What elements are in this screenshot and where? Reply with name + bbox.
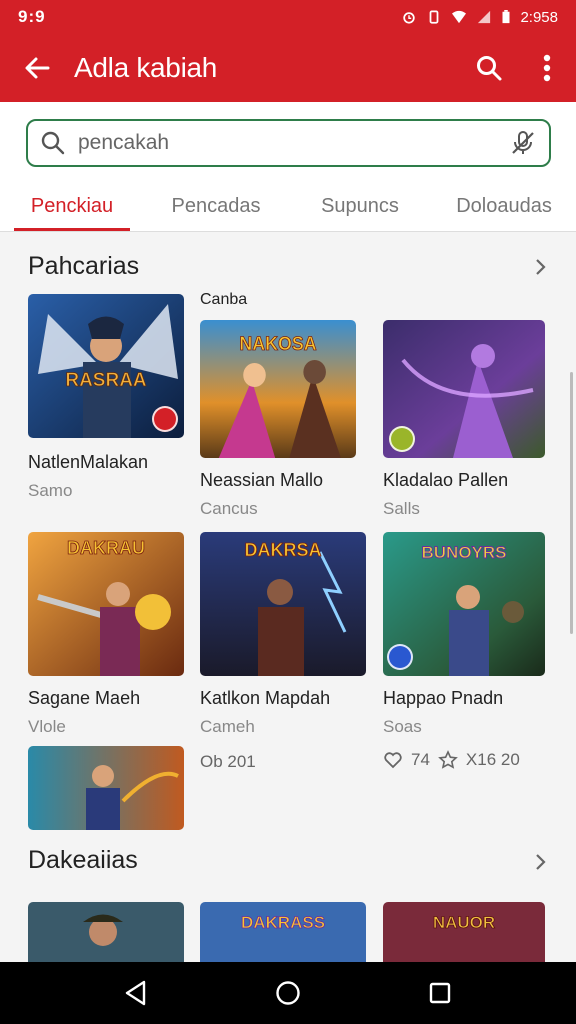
stats-row: 74 X16 20 — [383, 750, 520, 770]
game-title: Happao Pnadn — [383, 688, 504, 708]
game-thumbnail — [28, 746, 184, 830]
more-options-button[interactable] — [518, 34, 576, 102]
game-subtitle: Soas — [383, 717, 422, 736]
section-caption: Canba — [200, 291, 248, 308]
back-button[interactable] — [0, 34, 74, 102]
status-time: 9:9 — [18, 7, 46, 26]
search-button[interactable] — [460, 34, 518, 102]
signal-icon — [478, 10, 491, 24]
game-subtitle: Vlole — [28, 717, 66, 736]
status-badge — [389, 426, 415, 452]
game-card[interactable] — [28, 902, 184, 962]
release-meta: Ob 201 — [200, 752, 256, 771]
triangle-back-icon — [125, 980, 146, 1006]
game-title: Sagane Maeh — [28, 688, 141, 708]
tab-doloaudas[interactable]: Doloaudas — [432, 182, 576, 231]
star-icon[interactable] — [438, 750, 458, 770]
tab-bar: Penckiau Pencadas Supuncs Doloaudas — [0, 182, 576, 232]
status-icons: 2:958 — [401, 9, 558, 26]
nav-recents-button[interactable] — [410, 963, 470, 1023]
system-nav-bar — [0, 962, 576, 1024]
arrow-left-icon — [25, 57, 50, 79]
game-card[interactable] — [28, 746, 184, 830]
game-subtitle: Cancus — [200, 499, 258, 518]
likes-count: 74 — [411, 750, 430, 769]
game-subtitle: Salls — [383, 499, 420, 518]
mic-off-icon[interactable] — [509, 129, 537, 157]
game-title: Katlkon Mapdah — [200, 688, 331, 708]
battery-icon — [502, 10, 510, 24]
game-card[interactable]: NAKOSA Neassian Mallo Cancus — [200, 320, 356, 519]
square-recents-icon — [429, 982, 451, 1004]
rating-value: X16 20 — [465, 750, 520, 769]
search-icon — [41, 131, 65, 155]
card-art-title: DAKRSA — [244, 540, 321, 560]
section-title-1: Pahcarias — [28, 252, 140, 280]
alarm-icon — [403, 12, 416, 24]
game-card[interactable]: Kladalao Pallen Salls — [383, 320, 545, 519]
game-subtitle: Cameh — [200, 717, 255, 736]
nav-home-button[interactable] — [258, 963, 318, 1023]
game-card[interactable]: DAKRAU Sagane Maeh Vlole — [28, 532, 184, 737]
status-bar: 9:9 2:958 — [0, 0, 576, 34]
game-thumbnail — [28, 902, 184, 962]
search-box[interactable] — [26, 119, 551, 167]
game-thumbnail: DAKRASS — [200, 902, 366, 962]
game-thumbnail: BUNOYRS — [383, 532, 545, 676]
game-card[interactable]: RASRAA NatlenMalakan Samo — [28, 294, 184, 501]
game-thumbnail: NAUOR — [383, 902, 545, 962]
card-art-title: BUNOYRS — [421, 543, 506, 562]
section-title-2: Dakeaiias — [28, 846, 138, 874]
game-card[interactable]: DAKRASS — [200, 902, 366, 962]
tab-penckiau[interactable]: Penckiau — [0, 182, 144, 231]
game-title: Kladalao Pallen — [383, 470, 509, 490]
vibrate-icon — [430, 10, 439, 24]
game-subtitle: Samo — [28, 481, 73, 500]
card-art-title: RASRAA — [65, 370, 147, 391]
tab-supuncs[interactable]: Supuncs — [288, 182, 432, 231]
game-thumbnail: DAKRAU — [28, 532, 184, 676]
card-art-title: NAUOR — [433, 913, 495, 932]
nav-back-button[interactable] — [106, 963, 166, 1023]
game-card[interactable]: DAKRSA Katlkon Mapdah Cameh — [200, 532, 366, 737]
battery-text: 2:958 — [520, 8, 558, 26]
search-icon — [477, 56, 502, 81]
game-thumbnail: NAKOSA — [200, 320, 356, 458]
search-input[interactable] — [78, 131, 509, 155]
more-vert-icon — [543, 54, 551, 82]
game-card[interactable]: BUNOYRS Happao Pnadn Soas — [383, 532, 545, 737]
scrollbar[interactable] — [570, 372, 573, 634]
game-thumbnail: DAKRSA — [200, 532, 366, 676]
status-badge — [387, 644, 413, 670]
card-art-title: NAKOSA — [239, 332, 316, 354]
chevron-right-icon[interactable] — [530, 852, 550, 872]
game-title: Neassian Mallo — [200, 470, 324, 490]
wifi-icon — [452, 10, 467, 24]
heart-icon[interactable] — [383, 750, 403, 770]
status-badge — [152, 406, 178, 432]
game-thumbnail — [383, 320, 545, 458]
game-thumbnail: RASRAA — [28, 294, 184, 438]
card-art-title: DAKRAU — [67, 538, 145, 558]
game-card[interactable]: NAUOR — [383, 902, 545, 962]
circle-home-icon — [276, 981, 300, 1005]
card-art-title: DAKRASS — [241, 913, 325, 932]
game-title: NatlenMalakan — [28, 452, 149, 472]
app-bar: Adla kabiah — [0, 34, 576, 102]
tab-pencadas[interactable]: Pencadas — [144, 182, 288, 231]
page-title: Adla kabiah — [74, 52, 218, 83]
search-area — [0, 102, 576, 182]
chevron-right-icon[interactable] — [530, 257, 550, 277]
